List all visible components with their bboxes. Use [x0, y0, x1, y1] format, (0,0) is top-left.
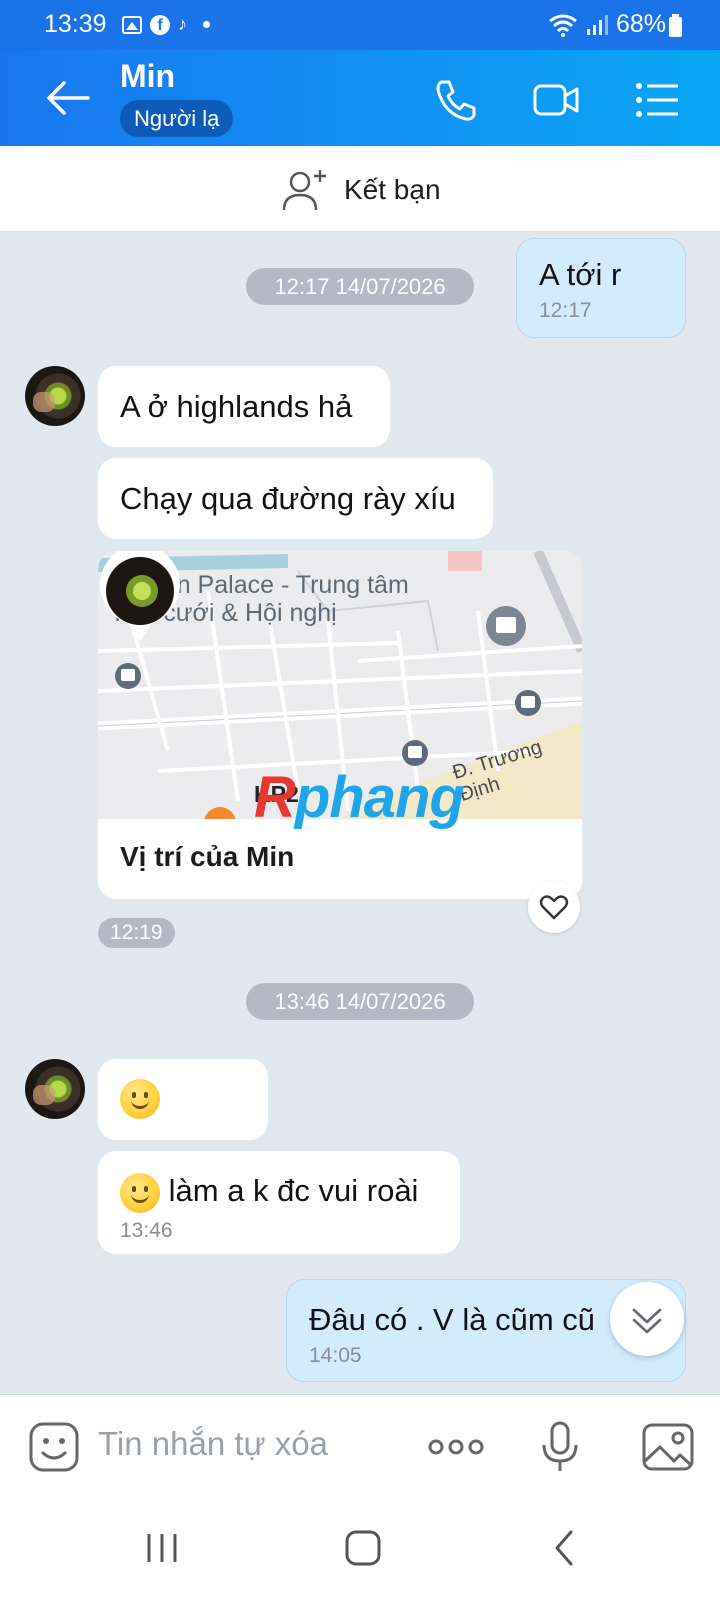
add-user-icon	[282, 170, 326, 211]
location-label: Vị trí của Min	[120, 841, 295, 872]
smiley-emoji-icon	[120, 1173, 160, 1213]
sticker-icon[interactable]	[26, 1419, 82, 1475]
message-bubble-received[interactable]: làm a k đc vui roài 13:46	[98, 1151, 460, 1254]
message-text: A tới r	[539, 257, 622, 292]
phone-icon[interactable]	[432, 76, 480, 124]
notification-icons: f ♪	[122, 14, 210, 35]
wifi-icon	[549, 14, 577, 37]
heart-icon[interactable]	[528, 881, 580, 933]
message-time-pill: 12:19	[98, 918, 175, 948]
message-composer: Tin nhắn tự xóa	[0, 1394, 720, 1498]
scroll-down-button[interactable]	[610, 1282, 684, 1356]
status-time: 13:39	[44, 10, 107, 38]
image-icon[interactable]	[640, 1419, 696, 1475]
message-text: làm a k đc vui roài	[168, 1173, 419, 1209]
add-friend-bar: Kết bạn	[0, 146, 720, 232]
watermark-logo: Rphang	[254, 765, 465, 830]
message-input[interactable]: Tin nhắn tự xóa	[98, 1425, 328, 1463]
smiley-emoji-icon	[120, 1079, 160, 1119]
gallery-icon	[122, 15, 142, 34]
location-card[interactable]: Golden Palace - Trung tâm Tiệc cưới & Hộ…	[98, 551, 582, 899]
back-nav-button[interactable]	[545, 1528, 585, 1568]
facebook-icon: f	[150, 14, 170, 35]
message-time: 13:46	[120, 1219, 173, 1242]
date-separator: 13:46 14/07/2026	[246, 983, 474, 1020]
avatar[interactable]	[25, 1059, 85, 1119]
tiktok-icon: ♪	[178, 14, 187, 34]
map-pin-icon	[100, 551, 180, 641]
message-time: 14:05	[309, 1344, 362, 1367]
message-text: A ở highlands hả	[120, 389, 353, 424]
avatar[interactable]	[25, 366, 85, 426]
message-content: làm a k đc vui roài	[120, 1173, 438, 1213]
message-bubble-received[interactable]: A ở highlands hả	[98, 366, 390, 447]
microphone-icon[interactable]	[532, 1419, 588, 1475]
video-icon[interactable]	[532, 76, 580, 124]
add-friend-button[interactable]: Kết bạn	[282, 168, 441, 212]
menu-list-icon[interactable]	[634, 76, 682, 124]
message-bubble-received[interactable]	[98, 1059, 268, 1140]
message-bubble-received[interactable]: Chạy qua đường rày xíu	[98, 458, 493, 539]
status-bar: 13:39 f ♪ 68%	[0, 0, 720, 50]
home-button[interactable]	[343, 1528, 383, 1568]
message-text: Chạy qua đường rày xíu	[120, 481, 456, 516]
back-button[interactable]	[44, 78, 92, 118]
signal-icon	[586, 14, 608, 35]
battery-percent: 68%	[615, 10, 666, 38]
add-friend-label: Kết bạn	[344, 174, 441, 205]
system-status: 68%	[548, 10, 666, 39]
dot-icon	[203, 21, 210, 28]
recent-apps-button[interactable]	[142, 1528, 182, 1568]
contact-name[interactable]: Min	[120, 58, 175, 95]
system-nav-bar	[0, 1498, 720, 1600]
battery-icon	[669, 14, 682, 37]
chat-header: Min Người lạ	[0, 50, 720, 146]
stranger-badge: Người lạ	[120, 100, 234, 137]
more-icon[interactable]	[426, 1419, 486, 1475]
date-separator: 12:17 14/07/2026	[246, 268, 474, 305]
message-time: 12:17	[539, 299, 592, 322]
message-bubble-sent[interactable]: A tới r 12:17	[516, 238, 686, 338]
